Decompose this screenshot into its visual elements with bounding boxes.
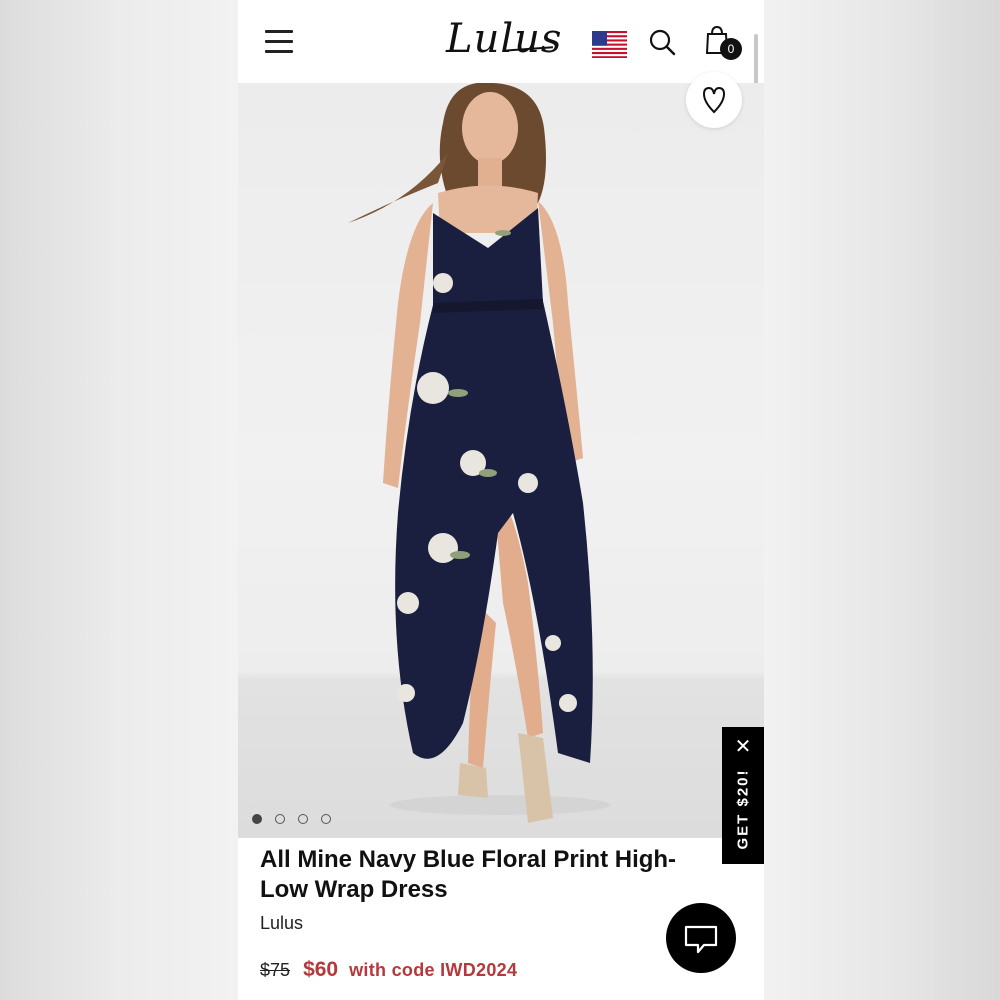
promo-label[interactable]: GET $20!	[735, 768, 752, 849]
close-icon[interactable]: ✕	[733, 737, 753, 757]
carousel-dot-1[interactable]	[252, 814, 262, 824]
product-image-carousel[interactable]	[238, 72, 764, 838]
product-page: Lulus 0 ✕ GET $20! All Mine Navy Blue Fl…	[238, 0, 764, 1000]
promo-tab[interactable]: ✕ GET $20!	[722, 727, 764, 864]
product-photo	[348, 83, 610, 823]
heart-icon	[702, 86, 726, 114]
original-price: $75	[260, 960, 291, 980]
carousel-dot-3[interactable]	[298, 814, 308, 824]
carousel-dot-2[interactable]	[275, 814, 285, 824]
cart-count-badge[interactable]: 0	[720, 38, 742, 60]
wishlist-button[interactable]	[686, 72, 742, 128]
product-brand[interactable]: Lulus	[260, 913, 303, 934]
product-title: All Mine Navy Blue Floral Print High-Low…	[260, 846, 677, 903]
chat-bubble-icon	[684, 925, 718, 954]
carousel-dot-4[interactable]	[321, 814, 331, 824]
site-logo[interactable]: Lulus	[446, 14, 561, 64]
promo-code-text: with code IWD2024	[349, 960, 518, 980]
carousel-dots	[252, 811, 344, 824]
site-header: Lulus 0	[238, 0, 764, 184]
search-icon[interactable]	[648, 28, 676, 56]
us-flag-icon[interactable]	[592, 31, 627, 58]
price-row: $75 $60 with code IWD2024	[260, 958, 517, 982]
chat-button[interactable]	[666, 903, 736, 973]
sale-price: $60	[303, 958, 339, 981]
hamburger-menu-icon[interactable]	[265, 30, 293, 54]
